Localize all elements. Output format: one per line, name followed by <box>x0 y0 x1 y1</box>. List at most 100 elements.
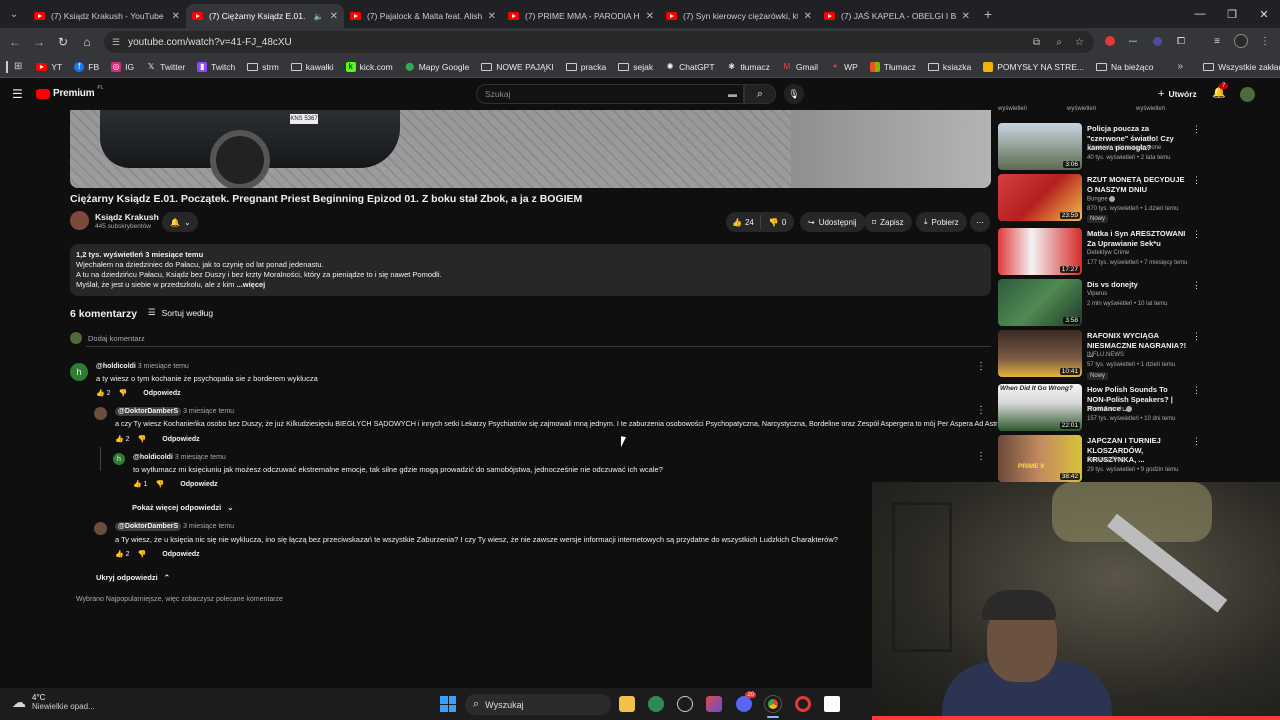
create-button[interactable]: + Utwórz <box>1158 88 1197 100</box>
discord-icon[interactable]: 20 <box>736 692 756 712</box>
bookmark-pracka[interactable]: pracka <box>560 58 613 76</box>
comment-avatar[interactable] <box>94 407 107 420</box>
bookmark-sejak[interactable]: sejak <box>612 58 659 76</box>
bookmark-kick[interactable]: k kick.com <box>340 58 399 76</box>
record-extension-icon[interactable] <box>1103 34 1117 48</box>
bookmark-maps[interactable]: ⬤ Mapy Google <box>399 58 476 76</box>
browser-menu-icon[interactable]: ⋮ <box>1258 34 1272 48</box>
share-button[interactable]: ↪ Udostępnij <box>800 212 865 232</box>
back-arrow-icon[interactable]: ← <box>3 30 27 54</box>
browser-tab[interactable]: (7) JAŚ KAPELA - OBELGI I BLUZ✕ <box>818 4 976 28</box>
reply-button[interactable]: Odpowiedz <box>162 436 199 443</box>
video-menu-icon[interactable]: ⋮ <box>1192 124 1201 135</box>
reply-button[interactable]: Odpowiedz <box>180 481 217 488</box>
media-control-icon[interactable]: ≡ <box>1210 34 1224 48</box>
video-player[interactable]: KNS 5367 <box>70 110 991 188</box>
like-comment-button[interactable]: 👍 2 <box>115 550 130 558</box>
sidebar-thumbnail[interactable]: 23:59 <box>998 174 1082 221</box>
comment-menu-icon[interactable]: ⋮ <box>976 361 986 372</box>
tab-close-icon[interactable]: ✕ <box>488 11 496 22</box>
bookmark-gmail[interactable]: M Gmail <box>776 58 824 76</box>
add-comment-field[interactable]: Dodaj komentarz <box>70 332 145 344</box>
dislike-comment-button[interactable]: 👎 <box>138 435 147 443</box>
tab-search-chevron-icon[interactable]: ⌄ <box>2 2 26 26</box>
zoom-icon[interactable]: ⌕ <box>1056 37 1062 48</box>
video-menu-icon[interactable]: ⋮ <box>1192 229 1201 240</box>
apps-grid-icon[interactable] <box>6 60 8 73</box>
sidebar-thumbnail[interactable]: 3:58 <box>998 279 1082 326</box>
like-button[interactable]: 👍 24 <box>726 215 761 229</box>
tab-close-icon[interactable]: ✕ <box>646 11 654 22</box>
bookmark-tlumacz[interactable]: ✱ tłumacz <box>721 58 776 76</box>
sidebar-thumbnail[interactable]: 3:06 <box>998 123 1082 170</box>
sidebar-channel[interactable]: INFLU.NEWS <box>1087 352 1124 358</box>
video-menu-icon[interactable]: ⋮ <box>1192 331 1201 342</box>
bookmark-fb[interactable]: f FB <box>68 58 105 76</box>
translate-extension-icon[interactable]: ꟷ <box>1126 34 1140 48</box>
video-description[interactable]: 1,2 tys. wyświetleń 3 miesiące temu Wjec… <box>70 244 991 296</box>
minimize-icon[interactable]: — <box>1184 0 1216 28</box>
avatar[interactable] <box>1240 87 1255 102</box>
sidebar-video-title[interactable]: Matka i Syn ARESZTOWANI Za Uprawianie Se… <box>1087 229 1187 248</box>
save-button[interactable]: ⌑ Zapisz <box>864 212 912 232</box>
steam-like-icon[interactable] <box>677 696 693 712</box>
browser-tab-active[interactable]: (7) Ciężarny Ksiądz E.01. Po 🔈 ✕ <box>186 4 344 28</box>
bookmark-star-icon[interactable]: ☆ <box>1075 37 1084 48</box>
new-tab-plus-icon[interactable]: + <box>976 2 1000 26</box>
profile-avatar-icon[interactable] <box>1234 34 1248 48</box>
extensions-puzzle-icon[interactable]: ⧠ <box>1174 34 1188 48</box>
site-info-icon[interactable]: ☰ <box>112 37 120 48</box>
bookmark-kawalki[interactable]: kawałki <box>285 58 340 76</box>
opera-icon[interactable] <box>795 696 811 712</box>
sidebar-channel[interactable]: Viperus <box>1087 291 1107 297</box>
browser-tab[interactable]: (7) Syn kierowcy ciężarówki, któ ✕ <box>660 4 818 28</box>
extension-circle-icon[interactable] <box>1150 34 1164 48</box>
channel-avatar[interactable] <box>70 211 89 230</box>
video-menu-icon[interactable]: ⋮ <box>1192 280 1201 291</box>
tab-close-icon[interactable]: ✕ <box>804 11 812 22</box>
sidebar-channel[interactable]: Japczan Shoty <box>1087 457 1126 463</box>
sidebar-thumbnail[interactable]: 17:27 <box>998 228 1082 275</box>
video-menu-icon[interactable]: ⋮ <box>1192 175 1201 186</box>
start-button[interactable] <box>440 696 456 712</box>
close-window-icon[interactable]: ✕ <box>1248 0 1280 28</box>
keyboard-icon[interactable]: ▬ <box>728 89 737 99</box>
youtube-search-input[interactable]: Szukaj ▬ <box>476 84 744 104</box>
dislike-button[interactable]: 👎 0 <box>765 218 790 227</box>
search-button[interactable]: ⌕ <box>744 84 776 104</box>
tab-close-icon[interactable]: ✕ <box>330 11 338 22</box>
channel-name[interactable]: Ksiądz Krakush <box>95 212 159 222</box>
like-comment-button[interactable]: 👍 2 <box>115 435 130 443</box>
bookmark-chatgpt[interactable]: ✺ ChatGPT <box>659 58 720 76</box>
bookmark-wp[interactable]: ✦ WP <box>824 58 864 76</box>
chrome-icon[interactable] <box>765 696 781 712</box>
reply-button[interactable]: Odpowiedz <box>162 551 199 558</box>
subscribed-bell-button[interactable]: 🔔 ⌄ <box>162 212 198 232</box>
comment-menu-icon[interactable]: ⋮ <box>976 405 986 416</box>
sort-comments-button[interactable]: ☰ Sortuj według <box>148 307 213 318</box>
shield-app-icon[interactable] <box>648 696 664 712</box>
address-bar[interactable]: ☰ youtube.com/watch?v=41-FJ_48cXU ⧉ ⌕ ☆ <box>104 31 1094 53</box>
file-explorer-icon[interactable] <box>619 696 635 712</box>
speaker-icon[interactable]: 🔈 <box>314 12 324 21</box>
bookmark-ksiazka[interactable]: ksiazka <box>922 58 977 76</box>
video-menu-icon[interactable]: ⋮ <box>1192 436 1201 447</box>
like-comment-button[interactable]: 👍 2 <box>96 389 111 397</box>
dislike-comment-button[interactable]: 👎 <box>138 550 147 558</box>
hide-replies-button[interactable]: Ukryj odpowiedzi ⌃ <box>96 573 170 582</box>
dislike-comment-button[interactable]: 👎 <box>119 389 128 397</box>
more-actions-button[interactable]: ⋯ <box>970 212 990 232</box>
sidebar-thumbnail[interactable]: 10:41 <box>998 330 1082 377</box>
reply-button[interactable]: Odpowiedz <box>143 390 180 397</box>
comment-avatar[interactable]: h <box>113 453 125 465</box>
bookmark-ig[interactable]: ◎ IG <box>105 58 140 76</box>
browser-tab[interactable]: (7) PRIME MMA - PARODIA HY ✕ <box>502 4 660 28</box>
hamburger-menu-icon[interactable]: ☰ <box>12 87 23 101</box>
bookmark-twitch[interactable]: ▮ Twitch <box>191 58 241 76</box>
download-button[interactable]: ⤓ Pobierz <box>916 212 967 232</box>
install-app-icon[interactable]: ⧉ <box>1033 37 1040 48</box>
apps-icon[interactable]: ⊞ <box>14 61 22 72</box>
comment-avatar[interactable] <box>94 522 107 535</box>
browser-tab[interactable]: (7) Pajalock & Malta feat. Alishe ✕ <box>344 4 502 28</box>
sidebar-video-title[interactable]: Dis vs donejty <box>1087 280 1187 290</box>
